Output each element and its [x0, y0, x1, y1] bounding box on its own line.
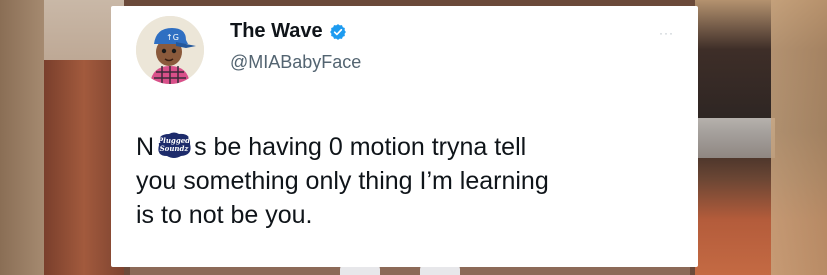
- tweet-text-segment: N: [136, 133, 155, 161]
- user-handle[interactable]: @MIABabyFace: [230, 52, 361, 73]
- background-frame-right: [771, 0, 827, 275]
- tweet-text: N Plugged Soundz s be having 0 motion tr…: [136, 130, 676, 232]
- tweet-text-line: is to not be you.: [136, 201, 313, 229]
- tweet-text-line: N Plugged Soundz s be having 0 motion tr…: [136, 130, 676, 164]
- watermark-logo: Plugged Soundz: [157, 132, 191, 159]
- tweet-card: ↑G The Wave @MIABabyFace ··· N Plugged S…: [111, 6, 698, 267]
- background-frame-left: [0, 0, 44, 275]
- svg-text:Soundz: Soundz: [160, 144, 190, 153]
- svg-text:↑G: ↑G: [166, 33, 179, 42]
- background-counter: [695, 118, 775, 158]
- tweet-text-segment: s be having 0 motion tryna tell: [194, 133, 527, 161]
- name-row: The Wave: [230, 20, 347, 43]
- verified-badge-icon: [329, 23, 346, 40]
- avatar[interactable]: ↑G: [136, 16, 204, 84]
- display-name[interactable]: The Wave: [230, 20, 323, 43]
- more-options-icon[interactable]: ···: [659, 26, 674, 40]
- tweet-text-line: you something only thing I’m learning: [136, 167, 549, 195]
